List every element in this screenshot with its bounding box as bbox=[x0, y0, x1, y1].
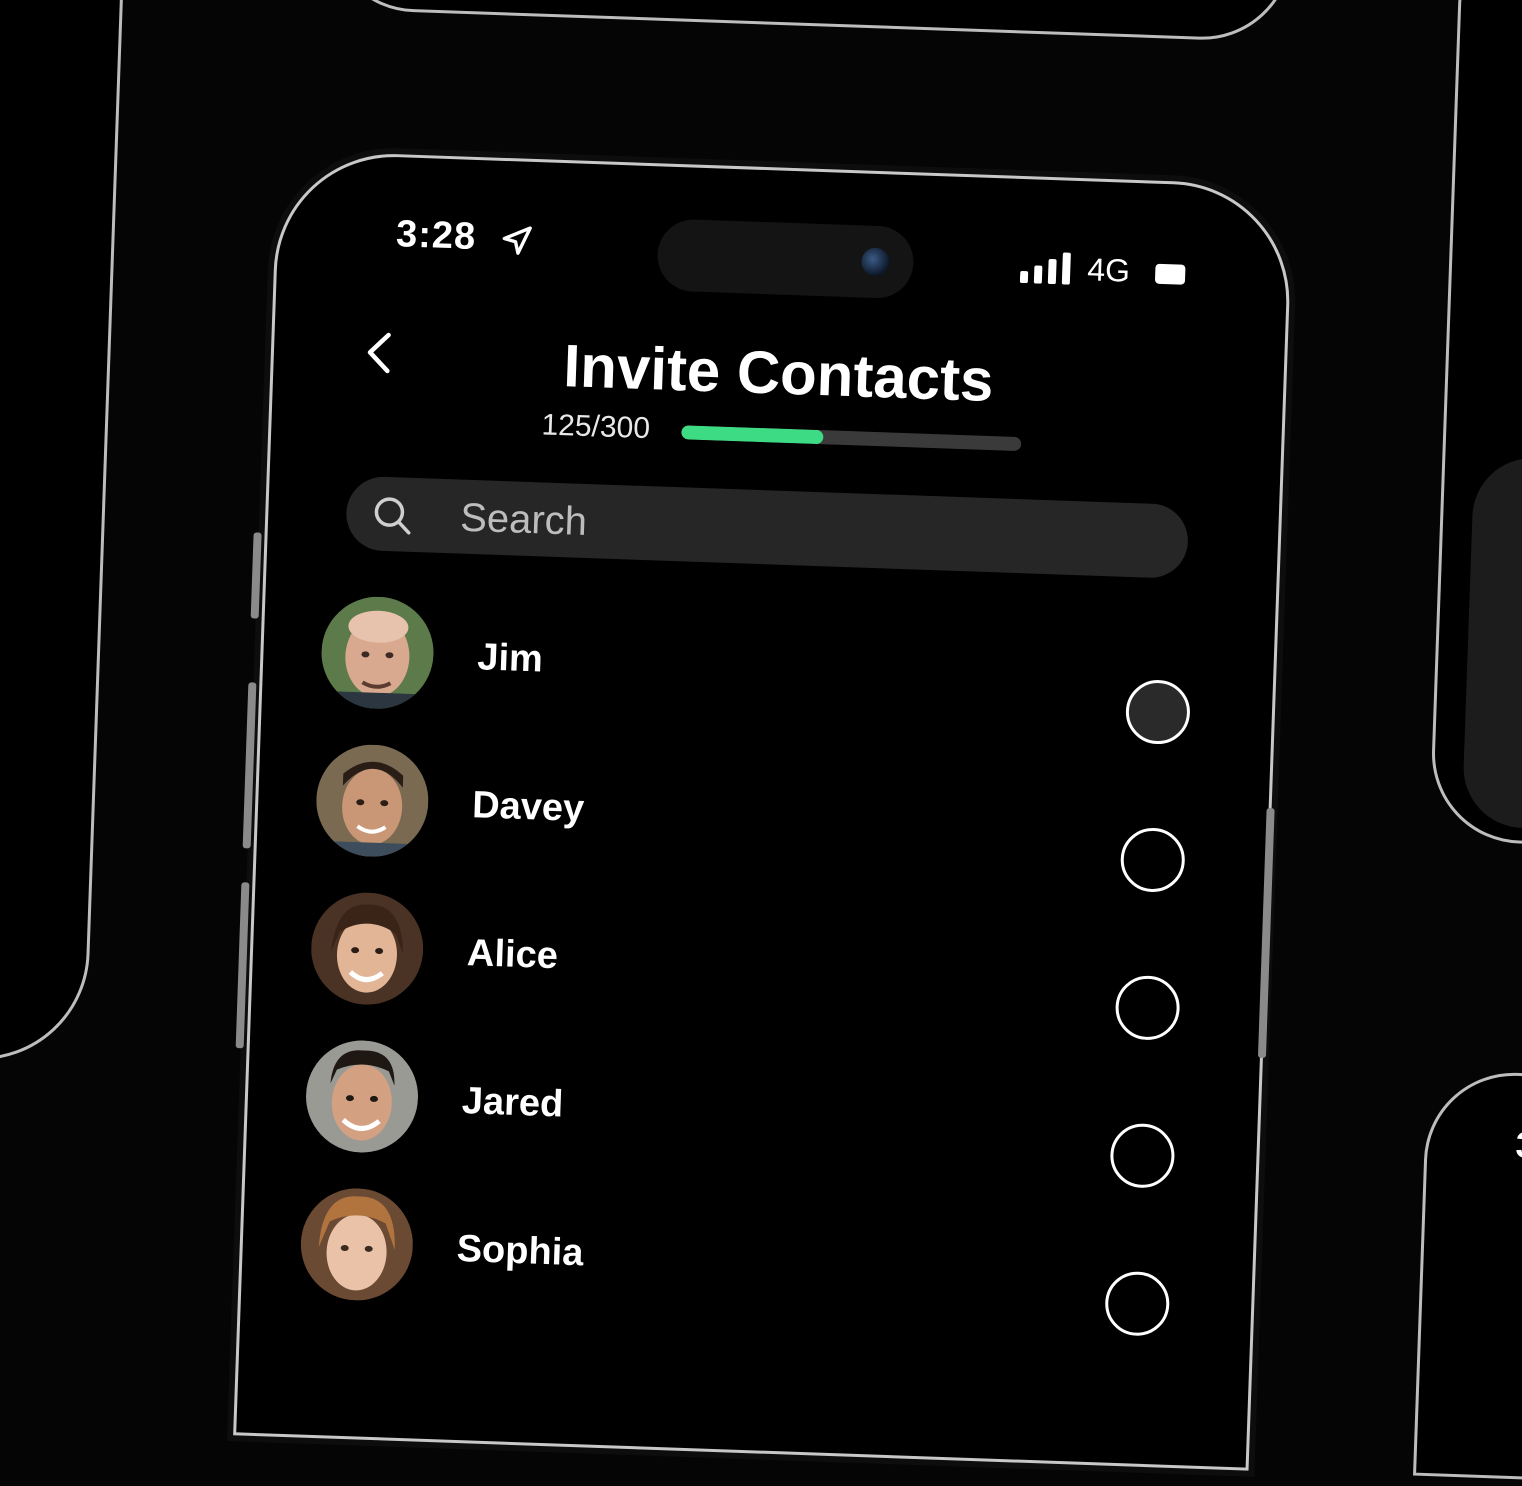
chevron-left-icon bbox=[367, 332, 391, 374]
camera-lens-icon bbox=[860, 247, 890, 277]
page-title: Invite Contacts bbox=[562, 332, 995, 415]
avatar bbox=[314, 742, 431, 859]
invite-progress-label: 125/300 bbox=[540, 408, 651, 446]
select-checkbox[interactable] bbox=[1119, 826, 1186, 894]
avatar bbox=[319, 594, 436, 711]
contact-name: Jim bbox=[476, 636, 544, 681]
contact-name: Davey bbox=[471, 784, 585, 831]
invite-progress-fill bbox=[681, 425, 824, 445]
dynamic-island bbox=[656, 218, 915, 300]
contact-row[interactable]: Jared bbox=[304, 1038, 1177, 1189]
back-button[interactable] bbox=[359, 328, 401, 377]
background-phone-top bbox=[323, 0, 1303, 43]
avatar bbox=[298, 1186, 415, 1303]
phone-screen: 3:28 4G Invite Contacts 125/300 Search J… bbox=[233, 150, 1294, 1471]
contact-row[interactable]: Alice bbox=[309, 890, 1182, 1041]
signal-bars-icon bbox=[1019, 252, 1071, 285]
contact-row[interactable]: Davey bbox=[314, 742, 1187, 894]
avatar bbox=[309, 890, 426, 1007]
side-button bbox=[250, 532, 262, 619]
contact-name: Jared bbox=[461, 1080, 565, 1126]
background-peek-text: 3 bbox=[1514, 1123, 1522, 1166]
background-phone-left bbox=[0, 0, 127, 1064]
avatar bbox=[304, 1038, 420, 1155]
select-checkbox[interactable] bbox=[1109, 1122, 1176, 1189]
select-checkbox[interactable] bbox=[1124, 678, 1192, 746]
network-type: 4G bbox=[1086, 251, 1131, 289]
volume-down-button bbox=[235, 882, 250, 1049]
contact-row[interactable]: Jim bbox=[319, 594, 1193, 746]
select-checkbox[interactable] bbox=[1104, 1270, 1171, 1337]
contact-name: Sophia bbox=[456, 1227, 585, 1275]
search-input[interactable] bbox=[457, 487, 1143, 572]
background-phone-bottom-right: 3 bbox=[1413, 1069, 1522, 1486]
contact-row[interactable]: Sophia bbox=[298, 1186, 1172, 1337]
volume-up-button bbox=[242, 682, 257, 849]
battery-icon bbox=[1154, 263, 1186, 285]
location-arrow-icon bbox=[502, 226, 532, 255]
status-bar: 3:28 4G bbox=[277, 153, 1290, 300]
search-icon bbox=[374, 497, 411, 535]
contact-name: Alice bbox=[466, 932, 559, 978]
search-bar[interactable] bbox=[345, 475, 1190, 579]
power-button bbox=[1257, 807, 1275, 1059]
invite-progress-bar bbox=[681, 425, 1022, 452]
select-checkbox[interactable] bbox=[1114, 974, 1181, 1041]
status-time: 3:28 bbox=[395, 213, 477, 258]
